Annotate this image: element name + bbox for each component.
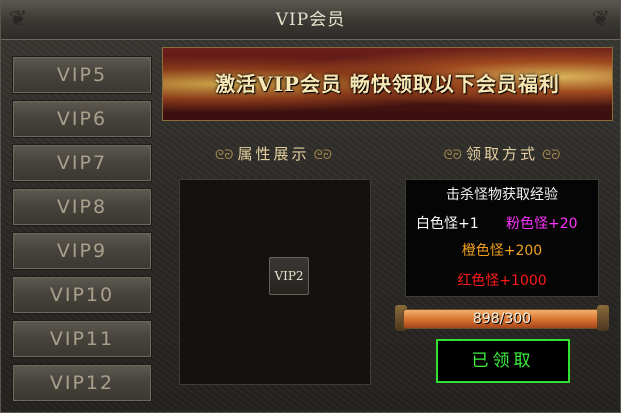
- white-monster-reward: 白色怪+1: [416, 216, 479, 232]
- scroll-ornament-icon: ᘓᘒ: [443, 148, 466, 163]
- window-title: VIP会员: [275, 10, 346, 30]
- vip-level-button-11[interactable]: VIP11: [12, 320, 152, 358]
- claim-heading-label: 领取方式: [465, 145, 538, 163]
- vip-level-button-8[interactable]: VIP8: [12, 188, 152, 226]
- scroll-ornament-icon: ᘓᘒ: [309, 148, 332, 163]
- progress-bar-cap-right: [597, 305, 609, 331]
- title-bar: ❦ VIP会员 ❦: [1, 1, 620, 40]
- vip-badge[interactable]: VIP2: [269, 257, 309, 295]
- orange-monster-reward: 橙色怪+200: [461, 243, 543, 259]
- experience-progress-bar: 898/300: [403, 309, 601, 329]
- scroll-ornament-icon: ᘓᘒ: [215, 148, 238, 163]
- pink-monster-reward: 粉色怪+20: [506, 216, 578, 232]
- vip-banner: 激活VIP会员 畅快领取以下会员福利: [162, 47, 613, 121]
- banner-text: 激活VIP会员 畅快领取以下会员福利: [215, 72, 560, 96]
- attributes-display-box: VIP2: [179, 179, 371, 385]
- vip-level-button-10[interactable]: VIP10: [12, 276, 152, 314]
- red-monster-reward: 红色怪+1000: [457, 273, 547, 289]
- vip-level-button-6[interactable]: VIP6: [12, 100, 152, 138]
- claim-heading: ᘓᘒ 领取方式 ᘓᘒ: [391, 141, 613, 167]
- corner-ornament-right: ❦: [591, 7, 610, 32]
- vip-level-button-12[interactable]: VIP12: [12, 364, 152, 402]
- attributes-heading: ᘓᘒ 属性展示 ᘓᘒ: [163, 141, 384, 167]
- claimed-button[interactable]: 已领取: [436, 339, 570, 383]
- vip-level-button-5[interactable]: VIP5: [12, 56, 152, 94]
- vip-level-list: VIP5 VIP6 VIP7 VIP8 VIP9 VIP10 VIP11 VIP…: [8, 48, 158, 410]
- attributes-panel: ᘓᘒ 属性展示 ᘓᘒ VIP2: [163, 129, 384, 393]
- vip-level-button-9[interactable]: VIP9: [12, 232, 152, 270]
- claim-info-box: 击杀怪物获取经验 白色怪+1 粉色怪+20 橙色怪+200 红色怪+1000: [405, 179, 599, 297]
- vip-level-button-7[interactable]: VIP7: [12, 144, 152, 182]
- vip-window: ❦ VIP会员 ❦ VIP5 VIP6 VIP7 VIP8 VIP9 VIP10…: [0, 0, 621, 413]
- progress-text: 898/300: [472, 311, 532, 327]
- scroll-ornament-icon: ᘓᘒ: [538, 148, 561, 163]
- claim-panel: ᘓᘒ 领取方式 ᘓᘒ 击杀怪物获取经验 白色怪+1 粉色怪+20 橙色怪+200…: [391, 129, 613, 393]
- attributes-heading-label: 属性展示: [237, 145, 310, 163]
- claim-method-text: 击杀怪物获取经验: [446, 187, 558, 203]
